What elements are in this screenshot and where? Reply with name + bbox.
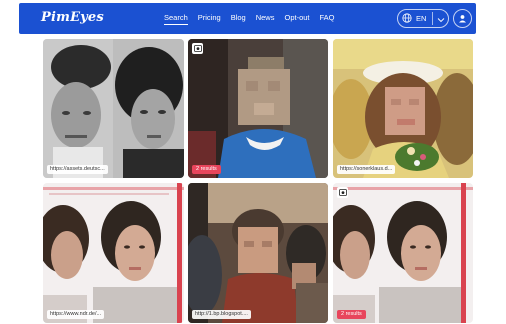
- result-card[interactable]: 2 results: [188, 39, 328, 178]
- language-label: EN: [416, 14, 427, 23]
- result-source-url[interactable]: https://www.ndr.de/...: [47, 310, 105, 319]
- result-card[interactable]: https://www.ndr.de/...: [43, 183, 184, 323]
- result-card[interactable]: 2 results: [333, 183, 473, 323]
- result-source-url[interactable]: http://1.bp.blogspot....: [192, 310, 251, 319]
- result-thumbnail: [333, 183, 473, 323]
- result-card[interactable]: https://assets.deutsc...: [43, 39, 184, 178]
- result-thumbnail: [43, 183, 184, 323]
- result-card[interactable]: https://sonerklaus.d...: [333, 39, 473, 178]
- language-selector[interactable]: EN: [397, 9, 449, 28]
- result-thumbnail: [188, 39, 328, 178]
- result-thumbnail: [43, 39, 184, 178]
- result-thumbnail: [333, 39, 473, 178]
- nav-link-pricing[interactable]: Pricing: [198, 13, 221, 22]
- result-source-url[interactable]: https://assets.deutsc...: [47, 165, 108, 174]
- nav-link-faq[interactable]: FAQ: [320, 13, 335, 22]
- chevron-down-icon: [437, 10, 445, 28]
- user-icon: [458, 10, 467, 28]
- result-thumbnail: [188, 183, 328, 323]
- nav-link-blog[interactable]: Blog: [231, 13, 246, 22]
- globe-icon: [402, 10, 412, 28]
- result-card[interactable]: http://1.bp.blogspot....: [188, 183, 328, 323]
- nav-links: Search Pricing Blog News Opt-out FAQ: [164, 13, 335, 25]
- account-button[interactable]: [453, 9, 472, 28]
- top-navbar: PimEyes Search Pricing Blog News Opt-out…: [19, 3, 476, 34]
- result-source-url[interactable]: https://sonerklaus.d...: [337, 165, 396, 174]
- language-divider: [432, 12, 434, 25]
- image-icon: [337, 187, 348, 198]
- nav-link-opt-out[interactable]: Opt-out: [284, 13, 309, 22]
- results-count-badge[interactable]: 2 results: [192, 165, 221, 174]
- image-icon: [192, 43, 203, 54]
- nav-link-news[interactable]: News: [256, 13, 275, 22]
- results-count-badge[interactable]: 2 results: [337, 310, 366, 319]
- nav-link-search[interactable]: Search: [164, 13, 188, 25]
- pimeyes-logo[interactable]: PimEyes: [41, 10, 104, 25]
